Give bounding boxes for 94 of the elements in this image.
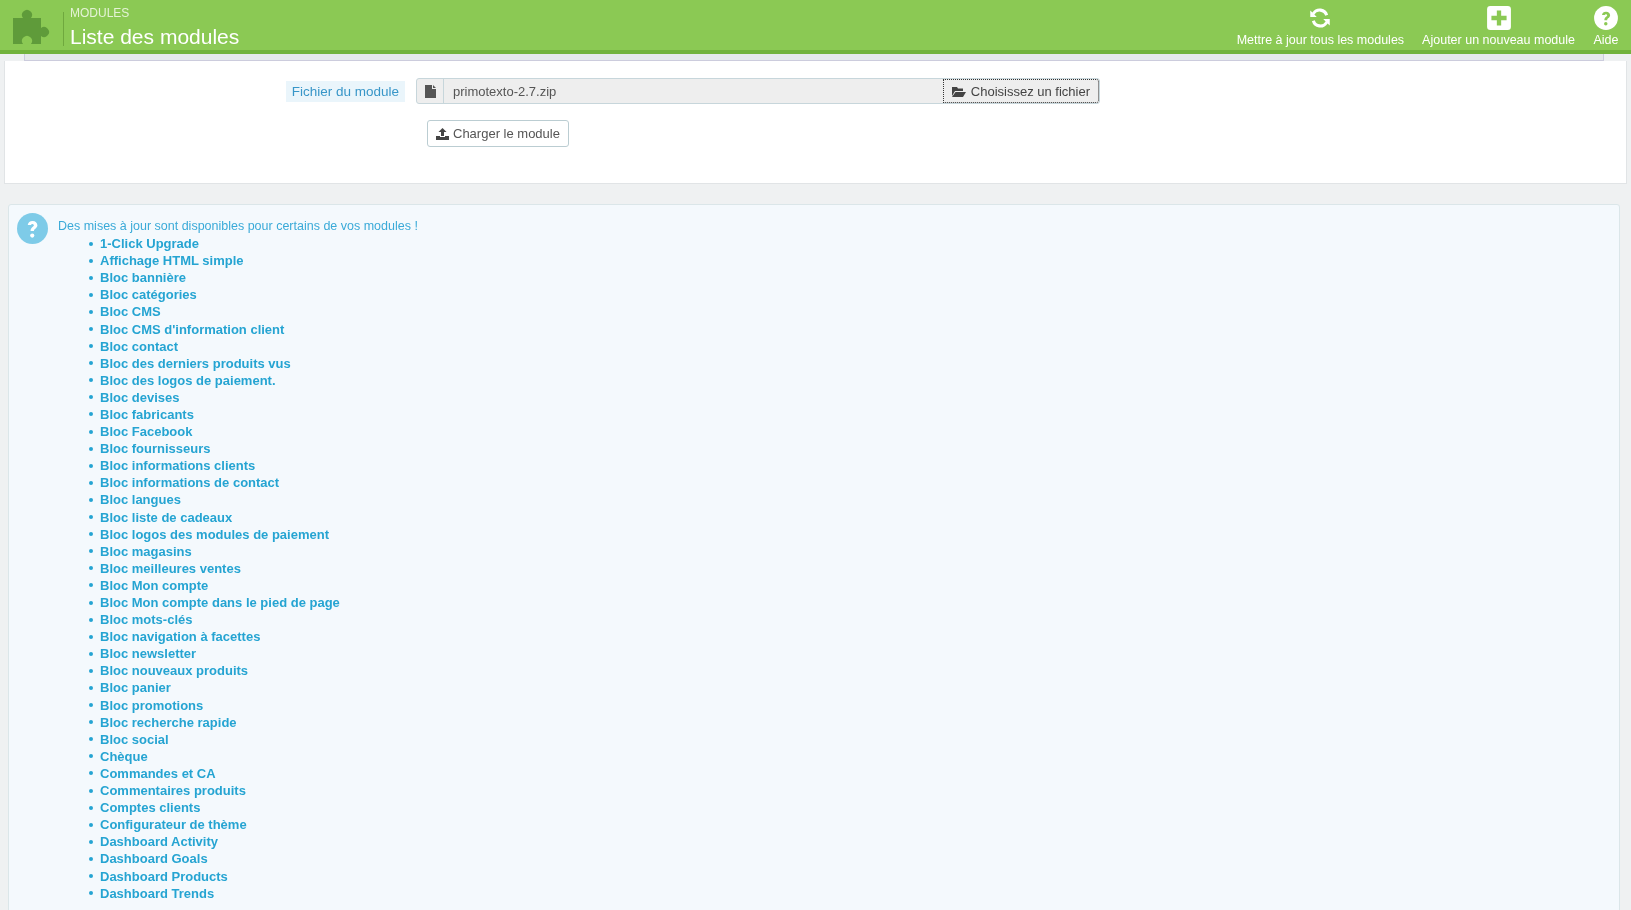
bullet-icon: [89, 788, 93, 793]
module-link[interactable]: Bloc catégories: [100, 287, 197, 303]
module-link[interactable]: Bloc Mon compte: [100, 577, 209, 593]
bullet-icon: [89, 839, 93, 844]
bullet-icon: [89, 617, 93, 622]
module-link[interactable]: Bloc newsletter: [100, 646, 197, 662]
module-link[interactable]: Bloc informations de contact: [100, 475, 280, 491]
module-link[interactable]: Bloc recherche rapide: [100, 714, 237, 730]
bullet-icon: [89, 720, 93, 725]
module-link[interactable]: Bloc Mon compte dans le pied de page: [100, 595, 340, 610]
bullet-icon: [89, 309, 93, 314]
bullet-icon: [89, 378, 93, 383]
module-link[interactable]: Bloc nouveaux produits: [100, 663, 249, 679]
bullet-icon: [89, 634, 93, 639]
bullet-icon: [89, 703, 93, 708]
bullet-icon: [89, 344, 93, 349]
bullet-icon: [89, 292, 93, 297]
file-icon: [424, 84, 436, 98]
bullet-icon: [89, 515, 93, 520]
module-link[interactable]: Bloc des derniers produits vus: [100, 355, 291, 371]
update-message: Des mises à jour sont disponibles pour certains de vos modules !: [58, 219, 418, 233]
breadcrumb: MODULES: [70, 6, 130, 20]
toolbar-button[interactable]: Ajouter un nouveau module: [1420, 0, 1577, 50]
bullet-icon: [89, 891, 93, 896]
bullet-icon: [89, 805, 93, 810]
module-link[interactable]: 1-Click Upgrade: [100, 236, 199, 252]
bullet-icon: [89, 651, 93, 656]
module-link[interactable]: Bloc navigation à facettes: [100, 629, 261, 645]
module-link[interactable]: Bloc devises: [100, 389, 180, 405]
bullet-icon: [89, 361, 93, 366]
module-link[interactable]: Bloc magasins: [100, 543, 192, 559]
bullet-icon: [89, 549, 93, 554]
bullet-icon: [89, 771, 93, 776]
plus-icon: [1485, 5, 1512, 31]
bullet-icon: [89, 412, 93, 417]
module-link[interactable]: Bloc promotions: [100, 697, 204, 713]
choose-file-button[interactable]: Choisissez un fichier: [942, 79, 1099, 103]
module-link[interactable]: Bloc contact: [100, 338, 178, 354]
page-title: Liste des modules: [70, 25, 240, 49]
module-link[interactable]: Commandes et CA: [100, 765, 216, 781]
bullet-icon: [89, 395, 93, 400]
bullet-icon: [89, 583, 93, 588]
module-link[interactable]: Bloc informations clients: [100, 458, 256, 474]
toolbar-button[interactable]: Mettre à jour tous les modules: [1234, 0, 1407, 50]
bullet-icon: [89, 686, 93, 690]
bullet-icon: [89, 874, 93, 878]
module-link[interactable]: Configurateur de thème: [100, 817, 247, 833]
bullet-icon: [89, 429, 93, 434]
question-icon: [17, 213, 48, 244]
field-label: Fichier du module: [285, 80, 405, 102]
bullet-icon: [89, 566, 93, 571]
module-link[interactable]: Bloc panier: [100, 680, 171, 696]
bullet-icon: [89, 856, 93, 861]
module-link[interactable]: Bloc meilleures ventes: [100, 560, 241, 576]
toolbar-button[interactable]: Aide: [1591, 0, 1621, 50]
module-link[interactable]: Dashboard Products: [100, 868, 228, 884]
module-link[interactable]: Bloc fournisseurs: [100, 441, 211, 457]
bullet-icon: [89, 446, 93, 451]
upload-icon: [436, 127, 449, 140]
module-link[interactable]: Bloc CMS d'information client: [100, 321, 285, 337]
upload-button[interactable]: Charger le module: [427, 120, 569, 147]
bullet-icon: [89, 327, 93, 331]
module-link[interactable]: Bloc bannière: [100, 270, 186, 286]
bullet-icon: [89, 822, 93, 827]
module-link[interactable]: Bloc logos des modules de paiement: [100, 526, 329, 542]
bullet-icon: [89, 241, 93, 246]
file-field[interactable]: primotexto-2.7.zip Choisissez un fichier: [416, 78, 1100, 104]
module-link[interactable]: Bloc liste de cadeaux: [100, 509, 233, 525]
bullet-icon: [89, 737, 93, 742]
module-link[interactable]: Bloc langues: [100, 492, 181, 508]
bullet-icon: [89, 480, 93, 485]
bullet-icon: [89, 258, 93, 263]
module-link[interactable]: Chèque: [100, 748, 148, 764]
bullet-icon: [89, 463, 93, 468]
module-link[interactable]: Bloc Facebook: [100, 424, 193, 440]
module-link[interactable]: Dashboard Goals: [100, 851, 208, 867]
module-link[interactable]: Bloc mots-clés: [100, 612, 193, 628]
module-link[interactable]: Bloc fabricants: [100, 407, 194, 422]
bullet-icon: [89, 532, 93, 537]
bullet-icon: [89, 600, 93, 605]
bullet-icon: [89, 497, 93, 502]
module-link[interactable]: Bloc CMS: [100, 304, 161, 320]
module-link[interactable]: Comptes clients: [100, 800, 201, 816]
help-icon: [1593, 5, 1619, 31]
folder-icon: [951, 85, 966, 97]
module-link[interactable]: Dashboard Activity: [100, 834, 218, 850]
bullet-icon: [89, 754, 93, 759]
module-link[interactable]: Dashboard Trends: [100, 885, 215, 901]
module-link[interactable]: Affichage HTML simple: [100, 253, 244, 269]
module-link[interactable]: Commentaires produits: [100, 783, 246, 799]
bullet-icon: [89, 275, 93, 280]
module-link[interactable]: Bloc des logos de paiement.: [100, 372, 276, 388]
module-link[interactable]: Bloc social: [100, 731, 169, 747]
bullet-icon: [89, 668, 93, 673]
